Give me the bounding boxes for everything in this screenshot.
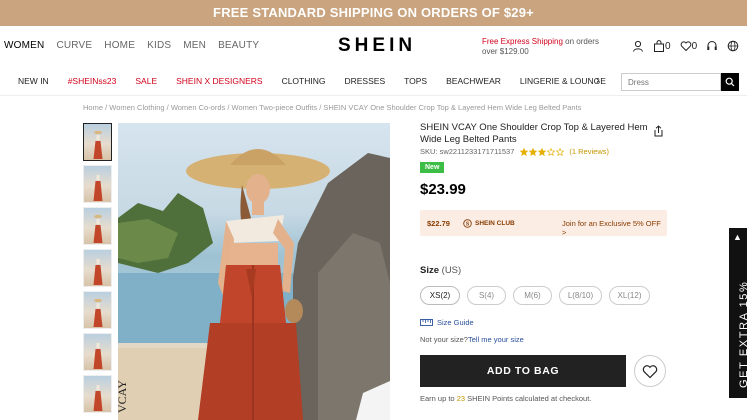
gender-nav-home[interactable]: HOME: [104, 40, 135, 51]
breadcrumb[interactable]: Home / Women Clothing / Women Co-ords / …: [83, 103, 581, 112]
bag-count: 0: [665, 40, 671, 52]
club-price: $22.79: [427, 219, 450, 228]
gender-nav-kids[interactable]: KIDS: [147, 40, 171, 51]
gender-nav: WOMEN CURVE HOME KIDS MEN BEAUTY: [4, 40, 271, 51]
chevron-right-icon[interactable]: ›: [596, 75, 600, 87]
heart-icon: [680, 41, 691, 52]
product-thumbnail[interactable]: [83, 333, 112, 371]
category-sheinss23[interactable]: #SHEINss23: [68, 76, 117, 86]
gender-nav-women[interactable]: WOMEN: [4, 40, 44, 51]
bag-button[interactable]: 0: [653, 40, 671, 52]
new-badge: New: [420, 162, 445, 173]
product-thumbnail[interactable]: [83, 375, 112, 413]
points-note: Earn up to 23 SHEIN Points calculated at…: [420, 394, 591, 403]
product-title: SHEIN VCAY One Shoulder Crop Top & Layer…: [420, 122, 648, 145]
chevron-up-icon: ▲: [733, 232, 742, 242]
size-guide-text: Size Guide: [437, 318, 474, 327]
heart-icon: [642, 364, 658, 378]
gender-nav-curve[interactable]: CURVE: [56, 40, 92, 51]
size-guide-link[interactable]: Size Guide: [420, 318, 474, 327]
not-sure-text: Not your size?: [420, 335, 468, 344]
category-dresses[interactable]: DRESSES: [344, 76, 385, 86]
site-header: WOMEN CURVE HOME KIDS MEN BEAUTY SHEIN F…: [0, 26, 747, 68]
category-lingerie-lounge[interactable]: LINGERIE & LOUNGE: [520, 76, 606, 86]
wishlist-count: 0: [691, 40, 698, 52]
star-filled-icon: [538, 147, 547, 156]
size-option-xl[interactable]: XL(12): [609, 286, 650, 305]
size-label-text: Size: [420, 265, 440, 276]
express-highlight: Free Express Shipping: [482, 37, 563, 46]
size-unit: (US): [441, 265, 462, 276]
star-empty-icon: [547, 147, 556, 156]
search-button[interactable]: [721, 73, 739, 91]
promo-text: FREE STANDARD SHIPPING ON ORDERS OF $29+: [213, 5, 534, 20]
shein-club-logo: S SHEIN CLUB: [463, 219, 515, 228]
extra-discount-text: GET EXTRA 15%: [738, 280, 747, 388]
size-label: Size (US): [420, 265, 461, 276]
gender-nav-beauty[interactable]: BEAUTY: [218, 40, 259, 51]
category-sale[interactable]: SALE: [135, 76, 157, 86]
product-main-image[interactable]: VCAY: [118, 123, 390, 420]
sku-text: SKU: sw2211233171711537: [420, 147, 515, 156]
points-prefix: Earn up to: [420, 394, 457, 403]
size-help: Not your size?Tell me your size: [420, 335, 524, 344]
headset-icon[interactable]: [706, 40, 718, 52]
tell-me-size-link[interactable]: Tell me your size: [468, 335, 524, 344]
club-logo-text: SHEIN CLUB: [475, 220, 515, 227]
add-to-bag-button[interactable]: ADD TO BAG: [420, 355, 626, 387]
extra-discount-tab[interactable]: ▲ GET EXTRA 15%: [729, 228, 747, 398]
share-icon[interactable]: [653, 124, 664, 142]
search-input[interactable]: [621, 73, 721, 91]
category-nav: NEW IN #SHEINss23 SALE SHEIN X DESIGNERS…: [0, 68, 747, 96]
size-option-m[interactable]: M(6): [513, 286, 552, 305]
size-options: XS(2) S(4) M(6) L(8/10) XL(12): [420, 286, 657, 305]
product-thumbnail[interactable]: [83, 291, 112, 329]
add-to-wishlist-button[interactable]: [634, 355, 666, 387]
points-suffix: SHEIN Points calculated at checkout.: [465, 394, 592, 403]
promo-banner[interactable]: FREE STANDARD SHIPPING ON ORDERS OF $29+: [0, 0, 747, 26]
size-option-l[interactable]: L(8/10): [559, 286, 602, 305]
product-thumbnail[interactable]: [83, 123, 112, 161]
category-new-in[interactable]: NEW IN: [18, 76, 49, 86]
club-join-link[interactable]: Join for an Exclusive 5% OFF >: [562, 219, 667, 237]
shein-logo[interactable]: SHEIN: [338, 35, 416, 57]
product-thumbnail[interactable]: [83, 249, 112, 287]
club-badge-icon: S: [463, 219, 472, 228]
gender-nav-men[interactable]: MEN: [183, 40, 206, 51]
ruler-icon: [420, 319, 433, 326]
search-icon: [725, 77, 735, 87]
bag-icon: [654, 40, 664, 52]
category-nav-items: NEW IN #SHEINss23 SALE SHEIN X DESIGNERS…: [18, 76, 625, 86]
size-option-s[interactable]: S(4): [467, 286, 506, 305]
globe-icon[interactable]: [727, 40, 739, 52]
category-shein-x-designers[interactable]: SHEIN X DESIGNERS: [176, 76, 262, 86]
size-option-xs[interactable]: XS(2): [420, 286, 460, 305]
user-icon[interactable]: [632, 40, 644, 52]
category-clothing[interactable]: CLOTHING: [282, 76, 326, 86]
category-tops[interactable]: TOPS: [404, 76, 427, 86]
svg-text:VCAY: VCAY: [118, 380, 129, 413]
product-meta: SKU: sw2211233171711537 (1 Reviews): [420, 147, 609, 156]
points-number: 23: [456, 394, 466, 403]
wishlist-button[interactable]: 0: [680, 40, 698, 52]
product-thumbnail[interactable]: [83, 207, 112, 245]
category-beachwear[interactable]: BEACHWEAR: [446, 76, 501, 86]
star-empty-icon: [556, 147, 565, 156]
rating-stars: [520, 147, 565, 156]
express-shipping-note: Free Express Shipping on orders over $12…: [482, 37, 614, 57]
header-icons: 0 0: [632, 40, 739, 52]
shein-club-bar[interactable]: $22.79 S SHEIN CLUB Join for an Exclusiv…: [420, 210, 667, 237]
product-price: $23.99: [420, 181, 466, 198]
star-filled-icon: [520, 147, 529, 156]
product-thumbnail[interactable]: [83, 165, 112, 203]
thumbnail-strip: [83, 123, 112, 417]
star-filled-icon: [529, 147, 538, 156]
reviews-link[interactable]: (1 Reviews): [569, 147, 609, 156]
